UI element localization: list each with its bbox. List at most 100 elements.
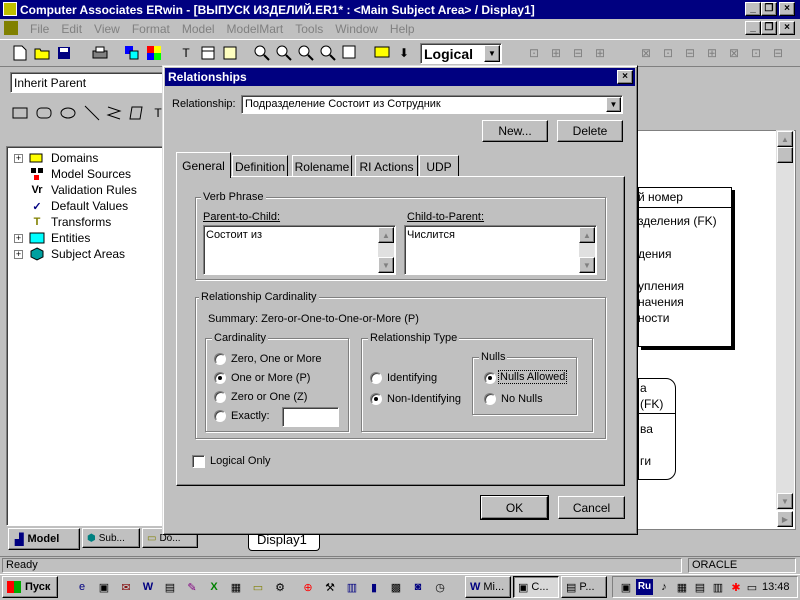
logical-physical-select[interactable]: Logical ▼ bbox=[420, 43, 502, 64]
menu-tools[interactable]: Tools bbox=[289, 22, 329, 36]
distribute-h-icon[interactable]: ⊠ bbox=[636, 43, 656, 63]
menu-format[interactable]: Format bbox=[126, 22, 176, 36]
paint-icon[interactable]: ✎ bbox=[184, 579, 200, 595]
rounded-rect-icon[interactable] bbox=[34, 103, 54, 123]
view-icon[interactable] bbox=[220, 43, 240, 63]
doc-close-icon[interactable]: × bbox=[779, 21, 795, 35]
child-to-parent-textarea[interactable]: Числится bbox=[404, 225, 597, 275]
scroll-down-icon[interactable]: ▼ bbox=[777, 493, 793, 509]
arrange-icon[interactable]: ⊞ bbox=[546, 43, 566, 63]
menu-model[interactable]: Model bbox=[176, 22, 221, 36]
tray-scheduler-icon[interactable]: ▤ bbox=[692, 579, 708, 595]
radio-zero-one-more[interactable] bbox=[214, 353, 226, 365]
folder-icon[interactable]: ▭ bbox=[250, 579, 266, 595]
save-icon[interactable] bbox=[54, 43, 74, 63]
zoom-area-icon[interactable] bbox=[318, 43, 338, 63]
scroll-up-icon[interactable]: ▲ bbox=[378, 227, 394, 243]
notepad-icon[interactable]: ▤ bbox=[162, 579, 178, 595]
tree-item-transforms[interactable]: T Transforms bbox=[29, 214, 112, 230]
menu-edit[interactable]: Edit bbox=[55, 22, 88, 36]
task-paint[interactable]: ▤ P... bbox=[561, 576, 607, 598]
menu-file[interactable]: File bbox=[24, 22, 55, 36]
expand-icon[interactable]: + bbox=[14, 249, 23, 259]
ellipse-icon[interactable] bbox=[58, 103, 78, 123]
option-zero-or-one[interactable]: Zero or One (Z) bbox=[231, 391, 307, 403]
close-icon[interactable]: × bbox=[779, 2, 795, 16]
align-top-icon[interactable]: ⊟ bbox=[680, 43, 700, 63]
align-bottom-icon[interactable]: ⊞ bbox=[702, 43, 722, 63]
zoom-out-icon[interactable] bbox=[252, 43, 272, 63]
zoom-in-icon[interactable] bbox=[274, 43, 294, 63]
exactly-input[interactable] bbox=[282, 407, 339, 427]
chart-icon[interactable]: ▥ bbox=[344, 579, 360, 595]
desktop-icon[interactable]: ▣ bbox=[96, 579, 112, 595]
tree-item-validation-rules[interactable]: Vr Validation Rules bbox=[29, 182, 136, 198]
chevron-down-icon[interactable]: ▼ bbox=[484, 45, 500, 62]
polygon-icon[interactable] bbox=[126, 103, 146, 123]
tree-item-subject-areas[interactable]: + Subject Areas bbox=[14, 246, 125, 262]
display-icon[interactable] bbox=[372, 43, 392, 63]
polyline-icon[interactable] bbox=[104, 103, 124, 123]
option-identifying[interactable]: Identifying bbox=[387, 372, 437, 384]
scroll-down-icon[interactable]: ▼ bbox=[579, 257, 595, 273]
disk-icon[interactable]: ◙ bbox=[410, 579, 426, 595]
tray-network-icon[interactable]: ▦ bbox=[674, 579, 690, 595]
distribute-v-icon[interactable]: ⊡ bbox=[658, 43, 678, 63]
tab-definition[interactable]: Definition bbox=[232, 155, 288, 177]
entity-icon[interactable] bbox=[198, 43, 218, 63]
align-right-icon[interactable]: ⊡ bbox=[746, 43, 766, 63]
inherit-combo[interactable]: Inherit Parent bbox=[10, 72, 170, 93]
dialog-close-icon[interactable]: × bbox=[617, 70, 633, 84]
radio-non-identifying[interactable] bbox=[370, 393, 382, 405]
doc-restore-icon[interactable]: ❐ bbox=[761, 21, 777, 35]
tree-item-default-values[interactable]: ✓ Default Values bbox=[29, 198, 128, 214]
scroll-down-icon[interactable]: ▼ bbox=[378, 257, 394, 273]
option-exactly[interactable]: Exactly: bbox=[231, 410, 270, 422]
start-button[interactable]: Пуск bbox=[2, 576, 58, 598]
transform-icon[interactable]: T bbox=[176, 43, 196, 63]
tab-general[interactable]: General bbox=[176, 152, 231, 178]
ok-button[interactable]: OK bbox=[480, 495, 549, 520]
tray-alert-icon[interactable]: ✱ bbox=[728, 579, 744, 595]
word-icon[interactable]: W bbox=[140, 579, 156, 595]
menu-window[interactable]: Window bbox=[329, 22, 384, 36]
align-center-icon[interactable]: ⊟ bbox=[768, 43, 788, 63]
option-nulls-allowed[interactable]: Nulls Allowed bbox=[497, 370, 568, 384]
tree-item-domains[interactable]: + Domains bbox=[14, 150, 98, 166]
tray-monitor-icon[interactable]: ▣ bbox=[618, 579, 634, 595]
expand-icon[interactable]: + bbox=[14, 233, 23, 243]
scroll-up-icon[interactable]: ▲ bbox=[579, 227, 595, 243]
book-icon[interactable]: ▮ bbox=[366, 579, 382, 595]
palette-icon[interactable] bbox=[144, 43, 164, 63]
network-icon[interactable]: ⚙ bbox=[272, 579, 288, 595]
scroll-thumb[interactable] bbox=[777, 147, 793, 163]
align-left-icon[interactable]: ⊠ bbox=[724, 43, 744, 63]
radio-zero-or-one[interactable] bbox=[214, 391, 226, 403]
task-erwin[interactable]: ▣ C... bbox=[513, 576, 559, 598]
expand-icon[interactable]: + bbox=[14, 153, 23, 163]
logical-only-checkbox[interactable] bbox=[192, 455, 205, 468]
new-file-icon[interactable] bbox=[10, 43, 30, 63]
tab-rolename[interactable]: Rolename bbox=[292, 155, 352, 177]
tab-model[interactable]: ▟ Model bbox=[8, 528, 80, 550]
scroll-right-icon[interactable]: ▶ bbox=[777, 511, 793, 527]
hierarchy-icon[interactable]: ⊟ bbox=[568, 43, 588, 63]
scroll-up-icon[interactable]: ▲ bbox=[777, 131, 793, 147]
radio-no-nulls[interactable] bbox=[484, 393, 496, 405]
zoom-fit-icon[interactable] bbox=[296, 43, 316, 63]
tray-printer-icon[interactable]: ▭ bbox=[744, 579, 760, 595]
open-folder-icon[interactable] bbox=[32, 43, 52, 63]
option-no-nulls[interactable]: No Nulls bbox=[501, 393, 543, 405]
tray-app-icon[interactable]: ▥ bbox=[710, 579, 726, 595]
target-icon[interactable]: ⊕ bbox=[300, 579, 316, 595]
zoom-page-icon[interactable] bbox=[340, 43, 360, 63]
menu-modelmart[interactable]: ModelMart bbox=[221, 22, 290, 36]
clock-app-icon[interactable]: ◷ bbox=[432, 579, 448, 595]
print-icon[interactable] bbox=[90, 43, 110, 63]
menu-help[interactable]: Help bbox=[384, 22, 421, 36]
cancel-button[interactable]: Cancel bbox=[558, 496, 625, 519]
color-icon[interactable] bbox=[122, 43, 142, 63]
new-button[interactable]: New... bbox=[482, 120, 548, 142]
align-icon[interactable]: ⊡ bbox=[524, 43, 544, 63]
logical-only-label[interactable]: Logical Only bbox=[210, 455, 271, 467]
